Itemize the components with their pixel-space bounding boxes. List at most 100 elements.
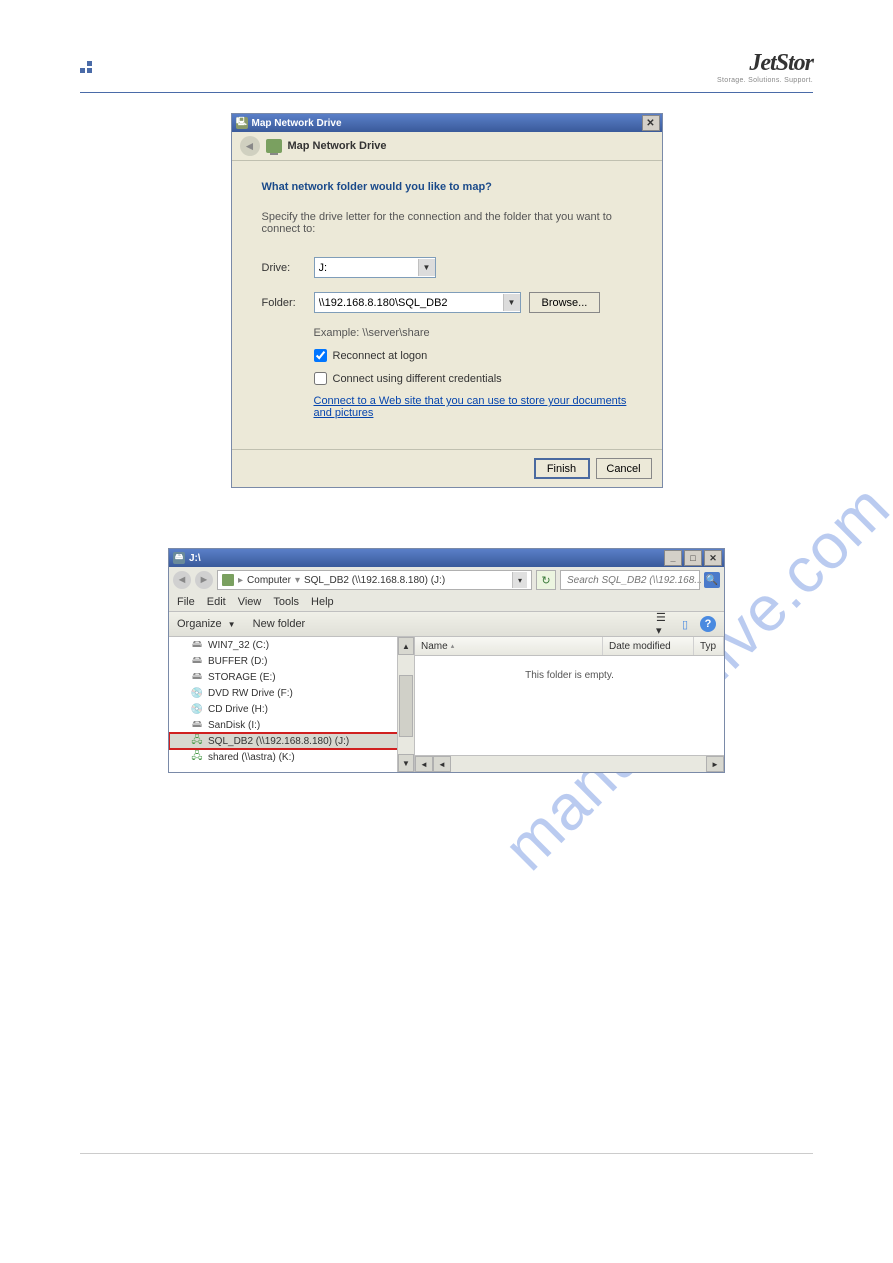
close-button[interactable]: ✕ <box>642 115 660 131</box>
search-input[interactable] <box>565 574 703 587</box>
dialog-footer: Finish Cancel <box>232 449 662 487</box>
list-pane: Name ▴ Date modified Typ This folder is … <box>415 637 724 772</box>
nav-forward-icon[interactable]: ► <box>195 571 213 589</box>
brand-name: JetStor <box>717 50 813 77</box>
search-icon[interactable]: 🔍 <box>704 572 720 588</box>
credentials-checkbox[interactable] <box>314 372 327 385</box>
header-rule <box>80 92 813 93</box>
credentials-row[interactable]: Connect using different credentials <box>314 372 632 385</box>
net-icon: 🖧 <box>191 735 203 747</box>
breadcrumb-location[interactable]: SQL_DB2 (\\192.168.8.180) (J:) <box>304 575 445 586</box>
address-bar: ◄ ► ▸ Computer ▾ SQL_DB2 (\\192.168.8.18… <box>169 567 724 593</box>
subheader-title: Map Network Drive <box>288 140 387 152</box>
chevron-down-icon[interactable]: ▾ <box>512 572 527 588</box>
tree-item[interactable]: 💿 DVD RW Drive (F:) <box>169 685 414 701</box>
tree-item[interactable]: 🖴STORAGE (E:) <box>169 669 414 685</box>
back-icon[interactable]: ◄ <box>240 136 260 156</box>
chevron-down-icon[interactable]: ▼ <box>503 294 520 311</box>
menu-file[interactable]: File <box>177 596 195 608</box>
horizontal-scrollbar[interactable]: ◄ ◄ ► <box>415 755 724 772</box>
credentials-label: Connect using different credentials <box>333 373 502 385</box>
column-type[interactable]: Typ <box>694 637 724 655</box>
minimize-button[interactable]: _ <box>664 550 682 566</box>
tree-item-label: CD Drive (H:) <box>208 704 268 715</box>
menu-tools[interactable]: Tools <box>273 596 299 608</box>
folder-combo[interactable]: ▼ <box>314 292 521 313</box>
footer-rule <box>80 1153 813 1154</box>
chevron-right-icon: ▸ <box>238 575 243 586</box>
organize-button[interactable]: Organize ▼ <box>177 617 239 631</box>
search-box[interactable] <box>560 570 700 590</box>
menu-view[interactable]: View <box>238 596 262 608</box>
network-drive-icon: 🖳 <box>236 117 248 129</box>
cancel-button[interactable]: Cancel <box>596 458 652 479</box>
browse-button[interactable]: Browse... <box>529 292 601 313</box>
drive-icon: 🖴 <box>191 719 203 731</box>
view-icon[interactable]: ☰ ▾ <box>656 617 670 631</box>
tree-pane: 🖴WIN7_32 (C:)🖴BUFFER (D:)🖴STORAGE (E:) 💿 D… <box>169 637 415 772</box>
drive-combo[interactable]: ▼ <box>314 257 436 278</box>
drive-row: Drive: ▼ <box>262 257 632 278</box>
chevron-down-icon: ▼ <box>225 617 239 631</box>
drive-icon: 🖴 <box>173 552 185 564</box>
tree-item[interactable]: 🖴BUFFER (D:) <box>169 653 414 669</box>
column-date[interactable]: Date modified <box>603 637 694 655</box>
vertical-scrollbar[interactable]: ▲ ▼ <box>397 637 414 772</box>
refresh-button[interactable]: ↻ <box>536 570 556 590</box>
toolbar: Organize ▼ New folder ☰ ▾ ▯ ? <box>169 612 724 637</box>
explorer-titlebar[interactable]: 🖴 J:\ _ □ ✕ <box>169 549 724 567</box>
folder-row: Folder: ▼ Browse... <box>262 292 632 313</box>
reconnect-label: Reconnect at logon <box>333 350 428 362</box>
location-icon <box>222 574 234 586</box>
scrollbar-thumb[interactable] <box>399 675 413 737</box>
scroll-down-icon[interactable]: ▼ <box>398 754 414 772</box>
menu-bar: File Edit View Tools Help <box>169 593 724 612</box>
tree-item-label: DVD RW Drive (F:) <box>208 688 293 699</box>
dvd-icon: 💿 <box>191 703 203 715</box>
scroll-left-icon-2[interactable]: ◄ <box>433 756 451 772</box>
scroll-left-icon[interactable]: ◄ <box>415 756 433 772</box>
scroll-right-icon[interactable]: ► <box>706 756 724 772</box>
tree-item-label: shared (\\astra) (K:) <box>208 752 295 763</box>
chevron-down-icon[interactable]: ▼ <box>418 259 435 276</box>
header-logo-dots <box>80 61 92 73</box>
page-header: JetStor Storage. Solutions. Support. <box>0 0 893 84</box>
tree-item[interactable]: 🖴WIN7_32 (C:) <box>169 637 414 653</box>
dialog-question: What network folder would you like to ma… <box>262 181 632 193</box>
drive-input[interactable] <box>315 259 418 276</box>
explorer-window: 🖴 J:\ _ □ ✕ ◄ ► ▸ Computer ▾ SQL_DB2 (\\… <box>168 548 725 773</box>
nav-back-icon[interactable]: ◄ <box>173 571 191 589</box>
column-name[interactable]: Name ▴ <box>415 637 603 655</box>
dialog-subheader: ◄ Map Network Drive <box>232 132 662 161</box>
dialog-title: Map Network Drive <box>252 118 342 129</box>
example-text: Example: \\server\share <box>314 327 632 339</box>
drive-icon: 🖴 <box>191 655 203 667</box>
new-folder-button[interactable]: New folder <box>253 618 306 630</box>
dialog-titlebar[interactable]: 🖳 Map Network Drive ✕ <box>232 114 662 132</box>
scroll-up-icon[interactable]: ▲ <box>398 637 414 655</box>
folder-input[interactable] <box>315 294 503 311</box>
sort-ascending-icon: ▴ <box>451 642 455 650</box>
drive-icon: 🖴 <box>191 671 203 683</box>
tree-item[interactable]: 🖧shared (\\astra) (K:) <box>169 749 414 765</box>
reconnect-checkbox[interactable] <box>314 349 327 362</box>
drive-icon: 🖴 <box>191 639 203 651</box>
tree-item[interactable]: 🖧SQL_DB2 (\\192.168.8.180) (J:) <box>169 733 414 749</box>
help-icon[interactable]: ? <box>700 616 716 632</box>
list-header: Name ▴ Date modified Typ <box>415 637 724 656</box>
maximize-button[interactable]: □ <box>684 550 702 566</box>
chevron-right-icon: ▾ <box>295 575 300 586</box>
menu-help[interactable]: Help <box>311 596 334 608</box>
website-link[interactable]: Connect to a Web site that you can use t… <box>314 395 632 419</box>
menu-edit[interactable]: Edit <box>207 596 226 608</box>
reconnect-row[interactable]: Reconnect at logon <box>314 349 632 362</box>
dvd-icon: 💿 <box>191 687 203 699</box>
close-button[interactable]: ✕ <box>704 550 722 566</box>
explorer-title: J:\ <box>189 553 201 564</box>
preview-pane-icon[interactable]: ▯ <box>678 617 692 631</box>
breadcrumb[interactable]: ▸ Computer ▾ SQL_DB2 (\\192.168.8.180) (… <box>217 570 532 590</box>
tree-item[interactable]: 💿 CD Drive (H:) <box>169 701 414 717</box>
breadcrumb-computer[interactable]: Computer <box>247 575 291 586</box>
tree-item[interactable]: 🖴SanDisk (I:) <box>169 717 414 733</box>
finish-button[interactable]: Finish <box>534 458 590 479</box>
